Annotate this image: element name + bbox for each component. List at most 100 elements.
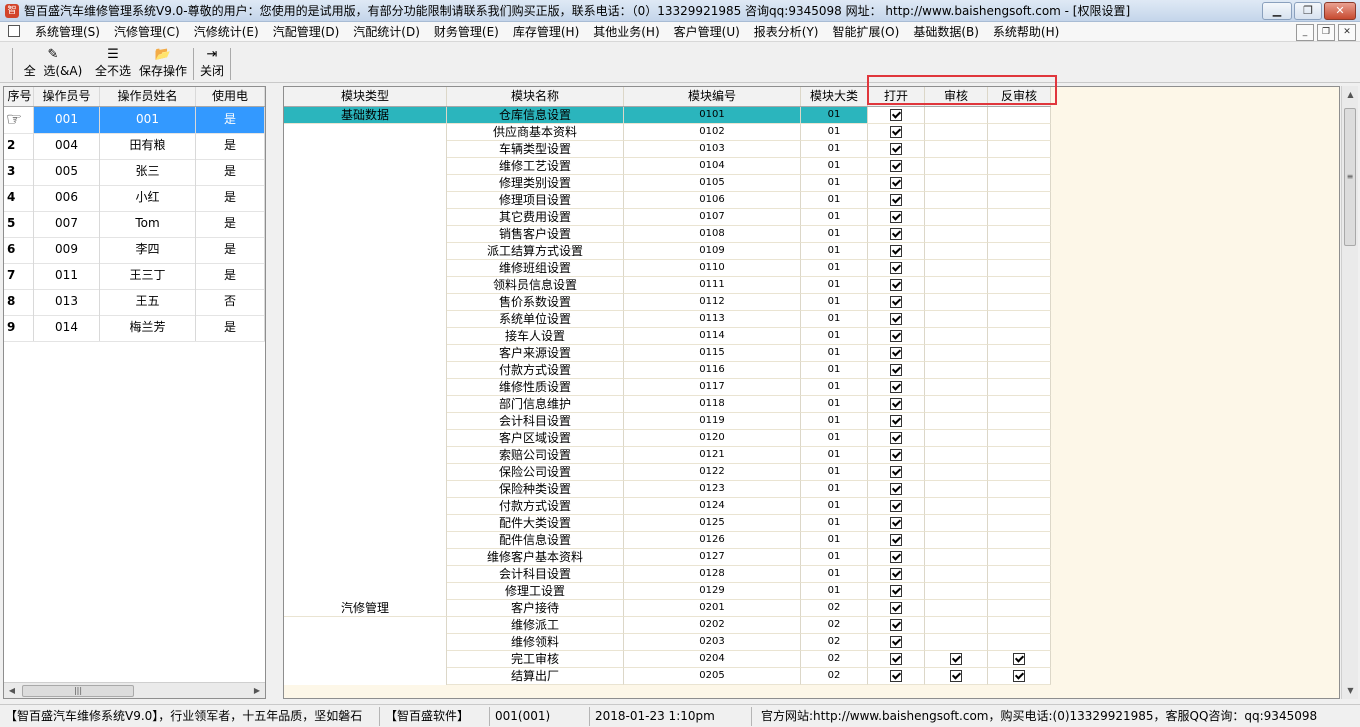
use-cell[interactable]: 是 (196, 159, 265, 185)
operator-name-cell[interactable]: 001 (100, 107, 196, 133)
module-type-cell[interactable] (284, 532, 447, 549)
operator-name-cell[interactable]: 张三 (100, 159, 196, 185)
operator-grid[interactable]: 序号 操作员号 操作员姓名 使用电 ☞ 001 001 是 2 004 田有粮是 3 005 张三… (3, 86, 266, 699)
operator-row[interactable]: 2 004 田有粮是 (4, 133, 265, 160)
scroll-right-icon[interactable]: ▶ (249, 683, 265, 699)
module-name-cell[interactable]: 维修性质设置 (447, 379, 624, 396)
module-code-cell[interactable]: 0118 (624, 396, 801, 413)
module-row[interactable]: 客户来源设置 0115 01 (284, 345, 1051, 362)
module-name-cell[interactable]: 修理工设置 (447, 583, 624, 600)
module-row[interactable]: 领料员信息设置 0111 01 (284, 277, 1051, 294)
menu-item[interactable]: 系统管理(S) (28, 22, 107, 42)
module-category-cell[interactable]: 01 (801, 413, 868, 430)
use-cell[interactable]: 是 (196, 237, 265, 263)
module-category-cell[interactable]: 01 (801, 175, 868, 192)
col-module-code[interactable]: 模块编号 (624, 87, 801, 106)
col-use[interactable]: 使用电 (196, 87, 265, 106)
open-checkbox[interactable] (890, 636, 902, 648)
module-type-cell[interactable] (284, 617, 447, 634)
operator-name-cell[interactable]: 李四 (100, 237, 196, 263)
module-type-cell[interactable]: 汽修管理 (284, 600, 447, 617)
module-type-cell[interactable] (284, 294, 447, 311)
module-code-cell[interactable]: 0119 (624, 413, 801, 430)
module-row[interactable]: 接车人设置 0114 01 (284, 328, 1051, 345)
menu-item[interactable]: 基础数据(B) (906, 22, 986, 42)
module-category-cell[interactable]: 01 (801, 192, 868, 209)
open-checkbox[interactable] (890, 143, 902, 155)
module-category-cell[interactable]: 01 (801, 481, 868, 498)
use-cell[interactable]: 否 (196, 289, 265, 315)
operator-row[interactable]: 3 005 张三是 (4, 159, 265, 186)
module-type-cell[interactable] (284, 243, 447, 260)
open-checkbox[interactable] (890, 653, 902, 665)
menu-item[interactable]: 智能扩展(O) (826, 22, 907, 42)
open-checkbox[interactable] (890, 551, 902, 563)
module-category-cell[interactable]: 01 (801, 141, 868, 158)
module-type-cell[interactable] (284, 260, 447, 277)
module-row[interactable]: 修理工设置 0129 01 (284, 583, 1051, 600)
module-row[interactable]: 配件信息设置 0126 01 (284, 532, 1051, 549)
operator-row[interactable]: 7 011 王三丁是 (4, 263, 265, 290)
module-name-cell[interactable]: 客户区域设置 (447, 430, 624, 447)
module-name-cell[interactable]: 客户来源设置 (447, 345, 624, 362)
mdi-restore-button[interactable]: ❐ (1317, 24, 1335, 41)
scroll-down-icon[interactable]: ▼ (1342, 682, 1359, 699)
module-category-cell[interactable]: 01 (801, 209, 868, 226)
menu-item[interactable]: 报表分析(Y) (747, 22, 826, 42)
module-type-cell[interactable] (284, 651, 447, 668)
module-name-cell[interactable]: 保险公司设置 (447, 464, 624, 481)
module-name-cell[interactable]: 付款方式设置 (447, 498, 624, 515)
module-category-cell[interactable]: 01 (801, 430, 868, 447)
use-cell[interactable]: 是 (196, 185, 265, 211)
menu-item[interactable]: 汽配统计(D) (346, 22, 427, 42)
module-type-cell[interactable] (284, 277, 447, 294)
scroll-up-icon[interactable]: ▲ (1342, 86, 1359, 103)
operator-row[interactable]: 8 013 王五否 (4, 289, 265, 316)
module-code-cell[interactable]: 0201 (624, 600, 801, 617)
module-code-cell[interactable]: 0117 (624, 379, 801, 396)
menu-item[interactable]: 系统帮助(H) (986, 22, 1066, 42)
module-row[interactable]: 基础数据 仓库信息设置 0101 01 (284, 107, 1051, 124)
operator-row[interactable]: 9 014 梅兰芳是 (4, 315, 265, 342)
close-window-button[interactable]: ✕ (1324, 2, 1356, 20)
module-name-cell[interactable]: 修理项目设置 (447, 192, 624, 209)
operator-name-cell[interactable]: 小红 (100, 185, 196, 211)
module-category-cell[interactable]: 01 (801, 260, 868, 277)
module-code-cell[interactable]: 0126 (624, 532, 801, 549)
operator-horizontal-scrollbar[interactable]: ◀ ||| ▶ (4, 682, 265, 698)
module-type-cell[interactable] (284, 498, 447, 515)
module-category-cell[interactable]: 01 (801, 396, 868, 413)
module-code-cell[interactable]: 0105 (624, 175, 801, 192)
module-category-cell[interactable]: 02 (801, 634, 868, 651)
module-name-cell[interactable]: 索赔公司设置 (447, 447, 624, 464)
module-code-cell[interactable]: 0116 (624, 362, 801, 379)
module-row[interactable]: 销售客户设置 0108 01 (284, 226, 1051, 243)
open-checkbox[interactable] (890, 194, 902, 206)
operator-row[interactable]: 6 009 李四是 (4, 237, 265, 264)
module-row[interactable]: 修理类别设置 0105 01 (284, 175, 1051, 192)
module-row[interactable]: 完工审核 0204 02 (284, 651, 1051, 668)
module-type-cell[interactable] (284, 583, 447, 600)
col-operator-name[interactable]: 操作员姓名 (100, 87, 196, 106)
open-checkbox[interactable] (890, 262, 902, 274)
module-name-cell[interactable]: 维修客户基本资料 (447, 549, 624, 566)
audit-checkbox[interactable] (950, 670, 962, 682)
unaudit-checkbox[interactable] (1013, 653, 1025, 665)
module-category-cell[interactable]: 01 (801, 328, 868, 345)
operator-row[interactable]: ☞ 001 001 是 (4, 107, 265, 134)
module-name-cell[interactable]: 维修派工 (447, 617, 624, 634)
module-type-cell[interactable] (284, 481, 447, 498)
unaudit-checkbox[interactable] (1013, 670, 1025, 682)
menu-item[interactable]: 库存管理(H) (506, 22, 586, 42)
module-row[interactable]: 索赔公司设置 0121 01 (284, 447, 1051, 464)
module-code-cell[interactable]: 0106 (624, 192, 801, 209)
module-code-cell[interactable]: 0115 (624, 345, 801, 362)
module-name-cell[interactable]: 配件信息设置 (447, 532, 624, 549)
open-checkbox[interactable] (890, 517, 902, 529)
deselect-all-button[interactable]: ☰ 全不选 (92, 47, 134, 81)
module-row[interactable]: 售价系数设置 0112 01 (284, 294, 1051, 311)
module-row[interactable]: 客户区域设置 0120 01 (284, 430, 1051, 447)
module-code-cell[interactable]: 0204 (624, 651, 801, 668)
open-checkbox[interactable] (890, 534, 902, 546)
module-category-cell[interactable]: 01 (801, 362, 868, 379)
